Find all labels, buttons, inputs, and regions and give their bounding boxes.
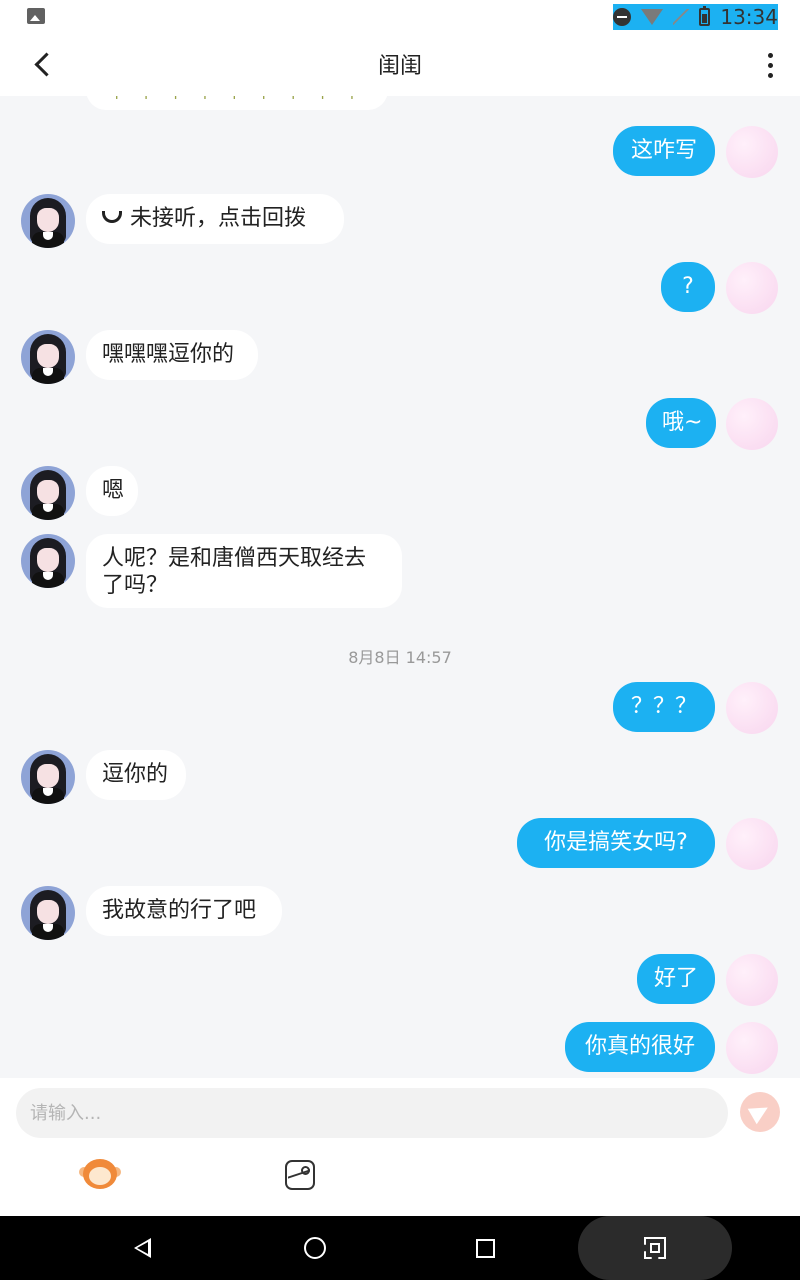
- chat-title: 闺闺: [377, 54, 422, 79]
- incoming-message[interactable]: 逗你的: [86, 750, 186, 800]
- message-line: 了吗？: [102, 573, 169, 598]
- my-avatar[interactable]: [726, 1022, 778, 1074]
- incoming-message[interactable]: 我故意的行了吧: [86, 886, 282, 936]
- missed-call-label: 未接听，点击回拨: [130, 206, 307, 231]
- message-input[interactable]: [16, 1088, 728, 1138]
- status-time: 13:34: [720, 5, 778, 29]
- image-icon[interactable]: [284, 1159, 315, 1190]
- contact-avatar[interactable]: [21, 330, 75, 384]
- outgoing-message[interactable]: 这咋写: [613, 126, 715, 176]
- outgoing-message[interactable]: ？？？: [613, 682, 715, 732]
- chat-header: 闺闺: [0, 34, 800, 96]
- status-bar: 13:34: [0, 0, 800, 34]
- image-notification-icon: [27, 8, 45, 24]
- missed-call-message[interactable]: 未接听，点击回拨: [86, 194, 344, 244]
- do-not-disturb-icon: [613, 8, 632, 26]
- my-avatar[interactable]: [726, 398, 778, 450]
- screenshot-icon[interactable]: [644, 1237, 666, 1259]
- message-timestamp: 8月8日 14:57: [348, 648, 452, 667]
- nav-back-icon[interactable]: [134, 1238, 151, 1258]
- outgoing-message[interactable]: 哦~: [646, 398, 716, 448]
- system-nav-bar: [0, 1216, 800, 1280]
- composer: [0, 1078, 800, 1216]
- outgoing-message[interactable]: 你真的很好: [565, 1022, 715, 1072]
- incoming-message[interactable]: 人呢？是和唐僧西天取经去 了吗？: [86, 534, 402, 608]
- my-avatar[interactable]: [726, 682, 778, 734]
- partial-message-bubble: +++++++++: [86, 96, 388, 110]
- message-list[interactable]: +++++++++ 这咋写 未接听，点击回拨 ? 嘿嘿嘿逗你的 哦~ 嗯 人呢？…: [0, 96, 800, 1078]
- incoming-message[interactable]: 嗯: [86, 466, 138, 516]
- nav-recents-icon[interactable]: [476, 1239, 495, 1258]
- my-avatar[interactable]: [726, 126, 778, 178]
- monkey-emoji-icon[interactable]: [79, 1157, 121, 1191]
- missed-call-icon: [102, 211, 122, 223]
- more-vertical-icon[interactable]: [762, 50, 778, 80]
- contact-avatar[interactable]: [21, 194, 75, 248]
- incoming-message[interactable]: 嘿嘿嘿逗你的: [86, 330, 258, 380]
- send-icon[interactable]: [740, 1092, 780, 1132]
- contact-avatar[interactable]: [21, 886, 75, 940]
- battery-icon: [699, 6, 711, 26]
- wifi-icon: [641, 9, 664, 25]
- outgoing-message[interactable]: ?: [661, 262, 715, 312]
- contact-avatar[interactable]: [21, 466, 75, 520]
- status-icons: 13:34: [613, 4, 778, 30]
- my-avatar[interactable]: [726, 818, 778, 870]
- message-line: 人呢？是和唐僧西天取经去: [102, 546, 367, 571]
- my-avatar[interactable]: [726, 954, 778, 1006]
- nav-home-icon[interactable]: [304, 1237, 326, 1259]
- outgoing-message[interactable]: 好了: [637, 954, 715, 1004]
- contact-avatar[interactable]: [21, 534, 75, 588]
- outgoing-message[interactable]: 你是搞笑女吗?: [517, 818, 715, 868]
- signal-icon: [673, 9, 690, 25]
- my-avatar[interactable]: [726, 262, 778, 314]
- contact-avatar[interactable]: [21, 750, 75, 804]
